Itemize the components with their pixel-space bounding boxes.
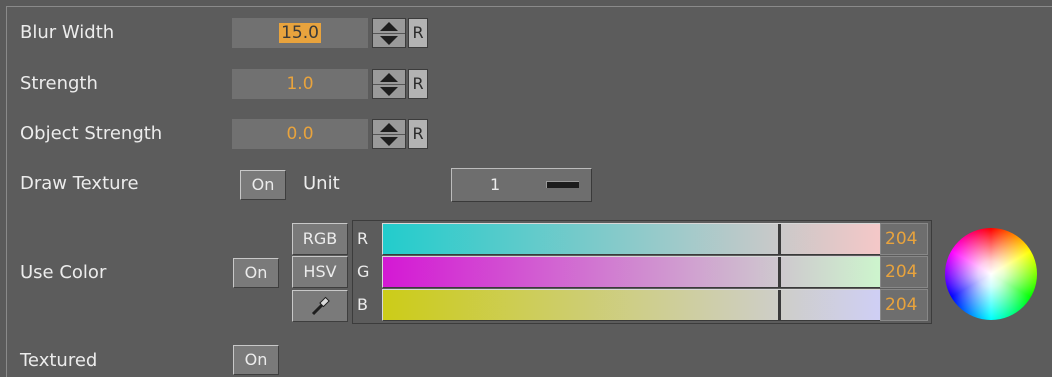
- dropdown-handle-icon: [546, 181, 579, 188]
- increment-arrow-icon[interactable]: [373, 19, 405, 34]
- object-strength-value[interactable]: 0.0: [284, 124, 315, 144]
- blur-width-field[interactable]: 15.0: [232, 18, 368, 48]
- blur-width-reset-button[interactable]: R: [408, 18, 428, 48]
- use-color-label: Use Color: [20, 262, 107, 283]
- slider-marker[interactable]: [778, 290, 781, 320]
- hsv-mode-button[interactable]: HSV: [292, 256, 348, 288]
- eyedropper-button[interactable]: [292, 290, 348, 322]
- channel-r-value[interactable]: 204: [880, 223, 928, 255]
- strength-field[interactable]: 1.0: [232, 69, 368, 99]
- channel-b-label: B: [357, 295, 368, 314]
- blur-width-value[interactable]: 15.0: [279, 23, 321, 43]
- strength-value[interactable]: 1.0: [284, 74, 315, 94]
- slider-marker[interactable]: [778, 257, 781, 287]
- object-strength-label: Object Strength: [20, 123, 163, 144]
- channel-b-value[interactable]: 204: [880, 289, 928, 321]
- unit-value: 1: [490, 175, 501, 194]
- color-wheel-icon[interactable]: [945, 228, 1037, 320]
- increment-arrow-icon[interactable]: [373, 70, 405, 85]
- blur-width-spinner[interactable]: [372, 18, 406, 48]
- draw-texture-label: Draw Texture: [20, 173, 139, 194]
- channel-g-label: G: [357, 262, 370, 281]
- strength-label: Strength: [20, 73, 98, 94]
- channel-r-label: R: [357, 229, 369, 248]
- object-strength-field[interactable]: 0.0: [232, 119, 368, 149]
- rgb-mode-button[interactable]: RGB: [292, 223, 348, 255]
- unit-dropdown[interactable]: 1: [451, 168, 592, 202]
- blur-width-label: Blur Width: [20, 22, 115, 43]
- textured-label: Textured: [20, 350, 98, 371]
- strength-reset-button[interactable]: R: [408, 69, 428, 99]
- channel-g-value[interactable]: 204: [880, 256, 928, 288]
- channel-b-slider[interactable]: [382, 289, 882, 321]
- draw-texture-toggle[interactable]: On: [240, 170, 286, 200]
- eyedropper-icon: [311, 296, 330, 316]
- strength-spinner[interactable]: [372, 69, 406, 99]
- decrement-arrow-icon[interactable]: [373, 84, 405, 98]
- use-color-toggle[interactable]: On: [233, 258, 279, 288]
- increment-arrow-icon[interactable]: [373, 120, 405, 135]
- object-strength-reset-button[interactable]: R: [408, 119, 428, 149]
- unit-label: Unit: [303, 173, 340, 194]
- object-strength-spinner[interactable]: [372, 119, 406, 149]
- decrement-arrow-icon[interactable]: [373, 33, 405, 47]
- slider-marker[interactable]: [778, 224, 781, 254]
- decrement-arrow-icon[interactable]: [373, 134, 405, 148]
- channel-g-slider[interactable]: [382, 256, 882, 288]
- channel-r-slider[interactable]: [382, 223, 882, 255]
- textured-toggle[interactable]: On: [233, 345, 279, 375]
